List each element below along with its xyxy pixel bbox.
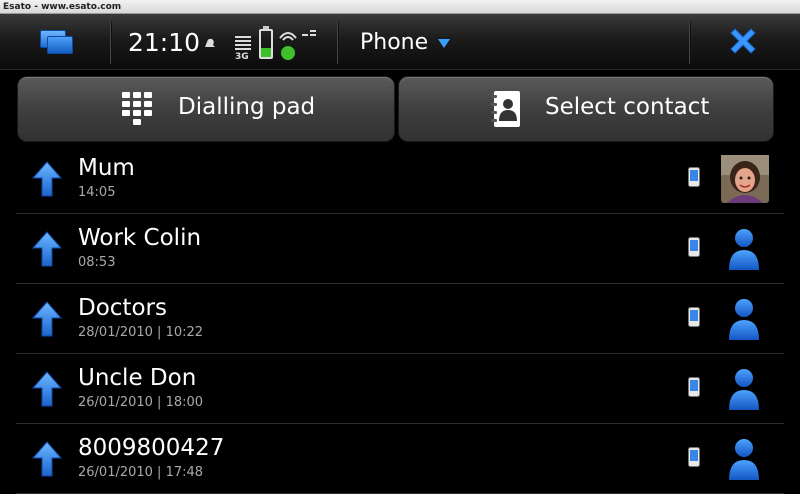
alarm-icon (205, 38, 215, 47)
call-log-list: Mum 14:05 Work Colin 08:53 Doctors 28/01… (16, 144, 784, 494)
call-time: 26/01/2010 | 18:00 (78, 395, 204, 410)
call-log-item[interactable]: Work Colin 08:53 (16, 214, 784, 284)
divider (689, 22, 690, 64)
contact-name: Uncle Don (78, 365, 197, 391)
keypad-icon (122, 92, 152, 125)
wlan-icon (279, 30, 316, 60)
outgoing-call-icon (32, 161, 62, 197)
status-bar: 21:10 3G Phone (0, 14, 800, 70)
call-log-item[interactable]: 8009800427 26/01/2010 | 17:48 (16, 424, 784, 494)
contact-name: 8009800427 (78, 435, 225, 461)
dialling-pad-button[interactable]: Dialling pad (17, 76, 395, 142)
call-time: 28/01/2010 | 10:22 (78, 325, 204, 340)
mobile-phone-icon (688, 167, 700, 187)
signal-strength-icon: 3G (235, 36, 255, 62)
app-menu-label: Phone (360, 30, 429, 55)
contact-name: Doctors (78, 295, 167, 321)
call-log-item[interactable]: Mum 14:05 (16, 144, 784, 214)
call-log-item[interactable]: Uncle Don 26/01/2010 | 18:00 (16, 354, 784, 424)
contacts-book-icon (491, 91, 520, 127)
contact-placeholder-icon (729, 299, 759, 340)
outgoing-call-icon (32, 301, 62, 337)
battery-icon (259, 26, 273, 59)
select-contact-label: Select contact (545, 94, 710, 120)
watermark: Esato - www.esato.com (0, 0, 800, 14)
mobile-phone-icon (688, 307, 700, 327)
mobile-phone-icon (688, 237, 700, 257)
contact-placeholder-icon (729, 369, 759, 410)
divider (110, 22, 111, 64)
outgoing-call-icon (32, 441, 62, 477)
call-time: 08:53 (78, 255, 116, 270)
app-menu-dropdown[interactable]: Phone (360, 26, 451, 60)
mobile-phone-icon (688, 377, 700, 397)
task-switcher-icon[interactable] (30, 24, 80, 62)
close-icon[interactable] (727, 25, 759, 57)
call-time: 26/01/2010 | 17:48 (78, 465, 204, 480)
select-contact-button[interactable]: Select contact (398, 76, 774, 142)
network-type-label: 3G (235, 52, 249, 62)
divider (337, 22, 338, 64)
contact-placeholder-icon (729, 229, 759, 270)
contact-photo (721, 155, 769, 203)
outgoing-call-icon (32, 371, 62, 407)
contact-placeholder-icon (729, 439, 759, 480)
call-log-item[interactable]: Doctors 28/01/2010 | 10:22 (16, 284, 784, 354)
clock[interactable]: 21:10 (128, 26, 200, 60)
contact-name: Work Colin (78, 225, 202, 251)
chevron-down-icon (438, 38, 451, 48)
call-time: 14:05 (78, 185, 116, 200)
dialling-pad-label: Dialling pad (178, 94, 316, 120)
outgoing-call-icon (32, 231, 62, 267)
contact-name: Mum (78, 155, 135, 181)
mobile-phone-icon (688, 447, 700, 467)
